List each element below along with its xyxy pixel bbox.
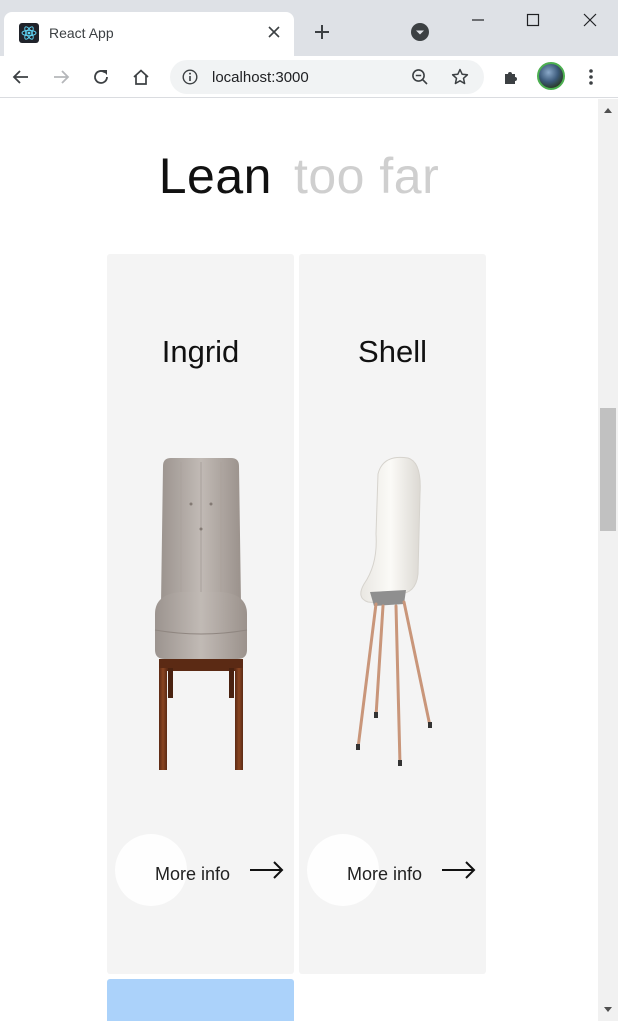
product-card-partial[interactable] (107, 979, 294, 1021)
more-info-label: More info (155, 864, 231, 884)
heading-secondary-words: too far (293, 148, 440, 204)
forward-arrow-icon[interactable] (46, 62, 76, 92)
scroll-down-arrow-icon[interactable] (598, 1003, 618, 1017)
reload-icon[interactable] (86, 62, 116, 92)
tab-search-icon[interactable] (408, 20, 432, 44)
kebab-menu-icon[interactable] (576, 62, 606, 92)
arrow-right-icon (441, 860, 477, 880)
more-info-label: More info (347, 864, 423, 884)
product-card-ingrid[interactable]: Ingrid More info (107, 254, 294, 974)
close-icon[interactable] (264, 22, 284, 42)
product-name: Ingrid (161, 334, 240, 369)
minimize-icon[interactable] (450, 0, 506, 40)
shell-chair-photo (299, 454, 486, 774)
info-icon[interactable] (180, 67, 200, 87)
tab-title: React App (49, 25, 114, 41)
back-arrow-icon[interactable] (6, 62, 36, 92)
tab-strip: React App (0, 0, 618, 56)
heading-primary-word: Lean (158, 148, 272, 204)
more-info-button[interactable]: More info (307, 834, 479, 906)
react-logo-icon (19, 23, 39, 43)
more-info-button[interactable]: More info (115, 834, 287, 906)
address-bar[interactable]: localhost:3000 (170, 60, 484, 94)
product-card-shell[interactable]: Shell More info (299, 254, 486, 974)
maximize-icon[interactable] (505, 0, 561, 40)
arrow-right-icon (249, 860, 285, 880)
page-heading: Lean too far (0, 147, 598, 205)
close-icon[interactable] (562, 0, 618, 40)
upholstered-chair-photo (107, 454, 294, 774)
scrollbar-thumb[interactable] (600, 408, 616, 531)
home-icon[interactable] (126, 62, 156, 92)
puzzle-icon[interactable] (496, 62, 526, 92)
zoom-out-icon[interactable] (409, 66, 431, 88)
avatar[interactable] (537, 62, 565, 90)
star-icon[interactable] (449, 66, 471, 88)
scroll-up-arrow-icon[interactable] (598, 103, 618, 117)
page-scrollbar[interactable] (598, 99, 618, 1021)
product-name: Shell (358, 334, 427, 369)
url-text: localhost:3000 (212, 69, 309, 86)
browser-tab[interactable]: React App (4, 12, 294, 56)
browser-toolbar: localhost:3000 (0, 56, 618, 98)
plus-icon[interactable] (308, 18, 336, 46)
page-viewport: Lean too far Ingrid More info Shell More… (0, 99, 598, 1021)
